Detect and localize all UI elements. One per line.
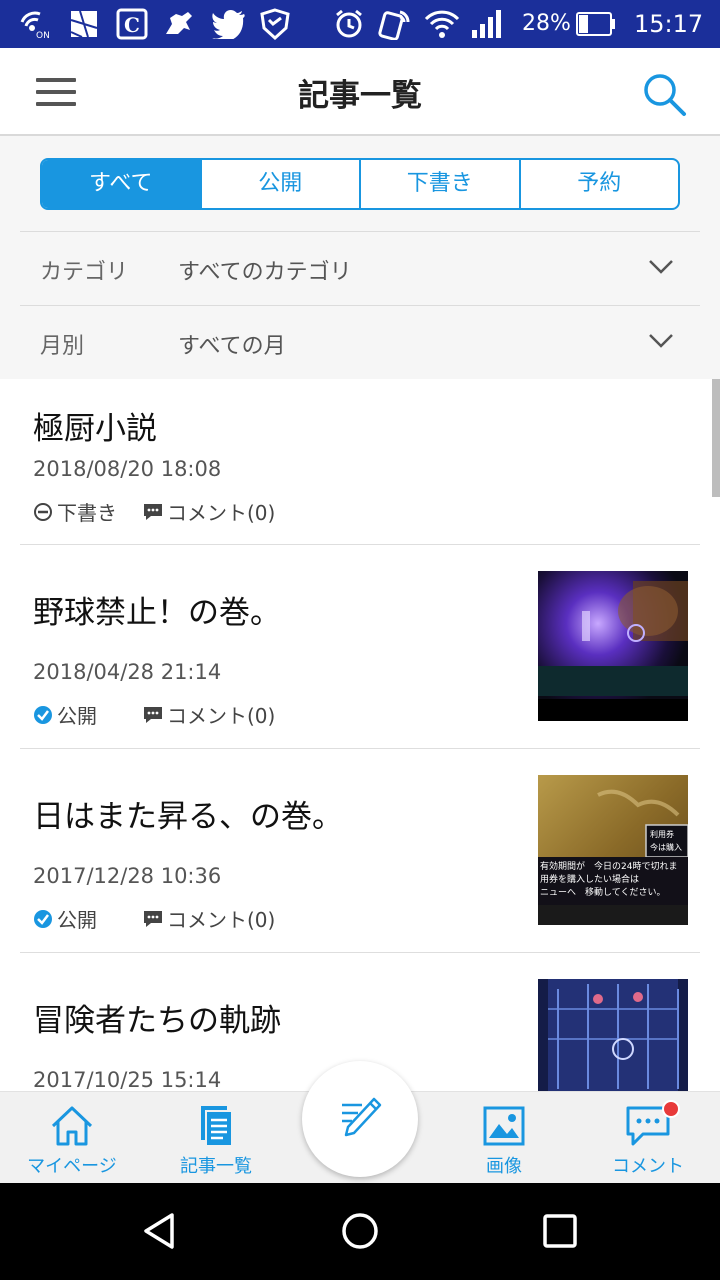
thumb-text: 利用券 xyxy=(650,829,674,839)
filter-panel: すべて 公開 下書き 予約 カテゴリ すべてのカテゴリ 月別 すべての月 xyxy=(0,136,720,379)
new-article-button[interactable] xyxy=(302,1061,418,1177)
check-circle-icon xyxy=(34,705,52,724)
check-circle-icon xyxy=(34,909,52,928)
article-meta: 公開 コメント(0) xyxy=(33,700,275,729)
notification-badge xyxy=(662,1100,680,1118)
comment-count: コメント(0) xyxy=(143,904,275,933)
thumb-text: 用券を購入したい場合は xyxy=(540,873,639,885)
list-item[interactable]: 野球禁止！の巻。 2018/04/28 21:14 公開 コメント(0) xyxy=(20,545,700,749)
comment-text: コメント(0) xyxy=(167,704,276,728)
battery-percent: 28% xyxy=(522,11,571,36)
month-label: 月別 xyxy=(40,334,85,359)
comment-count: コメント(0) xyxy=(143,497,275,526)
month-select[interactable]: 月別 すべての月 xyxy=(20,305,700,379)
category-label: カテゴリ xyxy=(40,260,129,285)
back-icon[interactable] xyxy=(140,1211,180,1251)
alarm-icon xyxy=(334,8,364,40)
tab-public[interactable]: 公開 xyxy=(199,160,360,208)
comment-bubble-icon xyxy=(144,706,162,723)
chevron-down-icon xyxy=(649,260,673,274)
battery-icon xyxy=(576,8,616,40)
comment-count: コメント(0) xyxy=(143,700,275,729)
clock: 15:17 xyxy=(634,10,704,38)
article-title: 冒険者たちの軌跡 xyxy=(33,1003,281,1039)
horse-icon xyxy=(162,8,198,40)
status-badge: 公開 xyxy=(33,904,143,933)
status-text: 公開 xyxy=(57,908,97,932)
tab-draft[interactable]: 下書き xyxy=(359,160,519,208)
pencil-icon xyxy=(342,1097,382,1137)
article-title: 極厨小説 xyxy=(33,411,157,447)
status-tabs: すべて 公開 下書き 予約 xyxy=(40,158,680,210)
status-badge: 公開 xyxy=(33,700,143,729)
nav-mypage[interactable]: マイページ xyxy=(0,1092,144,1184)
article-date: 2018/08/20 18:08 xyxy=(33,457,222,481)
svg-text:C: C xyxy=(124,13,140,37)
signal-icon xyxy=(470,8,502,40)
article-meta: 下書き コメント(0) xyxy=(33,497,275,526)
thumb-text: ニューへ 移動してください。 xyxy=(540,886,665,898)
shield-icon xyxy=(258,8,292,40)
home-button-icon[interactable] xyxy=(340,1211,380,1251)
nav-label: 記事一覧 xyxy=(180,1156,252,1177)
article-thumbnail: 利用券 今は購入 有効期間が 今日の24時で切れま 用券を購入したい場合は ニュ… xyxy=(538,775,688,925)
article-date: 2017/12/28 10:36 xyxy=(33,864,222,888)
article-title: 野球禁止！の巻。 xyxy=(33,595,281,631)
draft-icon xyxy=(34,502,52,521)
page-title: 記事一覧 xyxy=(298,78,422,114)
recent-apps-icon[interactable] xyxy=(540,1211,580,1251)
list-item[interactable]: 極厨小説 2018/08/20 18:08 下書き コメント(0) xyxy=(20,379,700,545)
home-icon xyxy=(51,1106,93,1146)
nav-label: マイページ xyxy=(27,1156,117,1177)
nav-comments[interactable]: コメント xyxy=(576,1092,720,1184)
search-icon[interactable] xyxy=(640,70,688,118)
status-text: 下書き xyxy=(57,501,117,525)
comment-bubble-icon xyxy=(144,910,162,927)
thumb-text: 今は購入 xyxy=(650,842,682,852)
svg-text:ON: ON xyxy=(36,31,50,40)
category-value: すべてのカテゴリ xyxy=(178,260,352,285)
status-bar: ON C 28% 15:17 xyxy=(0,0,720,48)
comment-text: コメント(0) xyxy=(167,908,276,932)
system-navigation-bar xyxy=(0,1183,720,1280)
category-select[interactable]: カテゴリ すべてのカテゴリ xyxy=(20,231,700,305)
article-date: 2017/10/25 15:14 xyxy=(33,1068,222,1091)
app-header: 記事一覧 xyxy=(0,48,720,136)
wifi-icon xyxy=(424,8,460,40)
tab-scheduled[interactable]: 予約 xyxy=(518,160,679,208)
thumb-text: 有効期間が 今日の24時で切れま xyxy=(540,860,677,872)
chevron-down-icon xyxy=(649,334,673,348)
status-badge: 下書き xyxy=(33,497,143,526)
article-meta: 公開 コメント(0) xyxy=(33,904,275,933)
document-icon xyxy=(201,1106,233,1147)
image-icon xyxy=(483,1106,525,1146)
comment-bubble-icon xyxy=(144,503,162,520)
twitter-icon xyxy=(212,8,246,40)
month-value: すべての月 xyxy=(178,334,286,359)
scrollbar[interactable] xyxy=(712,379,720,497)
nav-images[interactable]: 画像 xyxy=(432,1092,576,1184)
article-title: 日はまた昇る、の巻。 xyxy=(33,799,343,835)
app-c-icon: C xyxy=(116,8,148,40)
nav-label: 画像 xyxy=(486,1156,522,1177)
comment-text: コメント(0) xyxy=(167,501,276,525)
map-icon xyxy=(68,8,100,40)
nav-articles[interactable]: 記事一覧 xyxy=(144,1092,288,1184)
article-thumbnail xyxy=(538,979,688,1091)
status-text: 公開 xyxy=(57,704,97,728)
wifi-on-icon: ON xyxy=(18,8,56,40)
tab-all[interactable]: すべて xyxy=(42,160,200,208)
article-list[interactable]: 極厨小説 2018/08/20 18:08 下書き コメント(0) 野球禁止！の… xyxy=(0,379,720,1091)
article-date: 2018/04/28 21:14 xyxy=(33,660,222,684)
nav-label: コメント xyxy=(612,1156,684,1177)
article-thumbnail xyxy=(538,571,688,721)
list-item[interactable]: 日はまた昇る、の巻。 2017/12/28 10:36 公開 コメント(0) 利… xyxy=(20,749,700,953)
nfc-icon xyxy=(378,8,412,40)
